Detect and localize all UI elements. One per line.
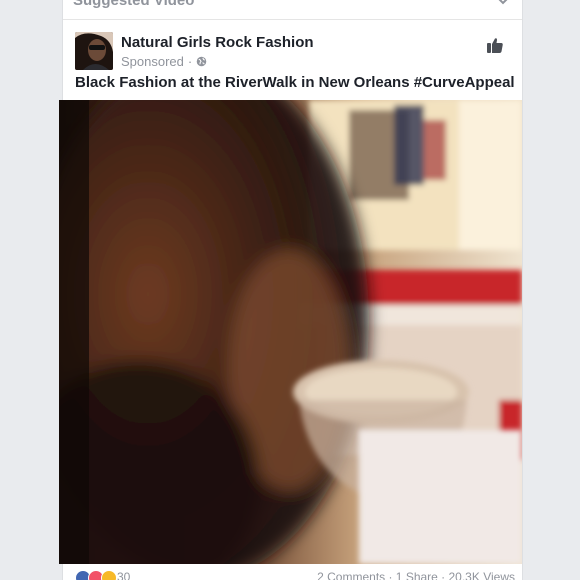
video-player[interactable] — [59, 100, 522, 564]
reaction-icons[interactable] — [75, 570, 117, 580]
suggested-video-header: Suggested Video — [63, 0, 522, 20]
globe-icon — [196, 56, 207, 67]
wow-reaction-icon — [101, 570, 117, 580]
chevron-down-icon[interactable] — [496, 0, 510, 6]
thumbs-up-icon[interactable] — [486, 36, 504, 54]
news-feed-card: Suggested Video Natural Girls Rock Fashi… — [59, 0, 523, 580]
sponsored-row: Sponsored · — [121, 54, 207, 69]
separator-dot: · — [187, 54, 193, 69]
sponsored-label[interactable]: Sponsored — [121, 54, 184, 69]
video-thumbnail — [59, 100, 522, 564]
suggested-video-label: Suggested Video — [73, 0, 195, 9]
page-name-link[interactable]: Natural Girls Rock Fashion — [121, 34, 314, 51]
avatar-image — [75, 32, 113, 70]
reaction-count[interactable]: 30 — [117, 570, 130, 580]
reactions-footer: 30 2 Comments · 1 Share · 20.3K Views — [75, 570, 515, 580]
post-stats[interactable]: 2 Comments · 1 Share · 20.3K Views — [317, 570, 515, 580]
page: Suggested Video Natural Girls Rock Fashi… — [0, 0, 580, 580]
post-text: Black Fashion at the RiverWalk in New Or… — [75, 74, 515, 91]
page-avatar[interactable] — [75, 32, 113, 70]
